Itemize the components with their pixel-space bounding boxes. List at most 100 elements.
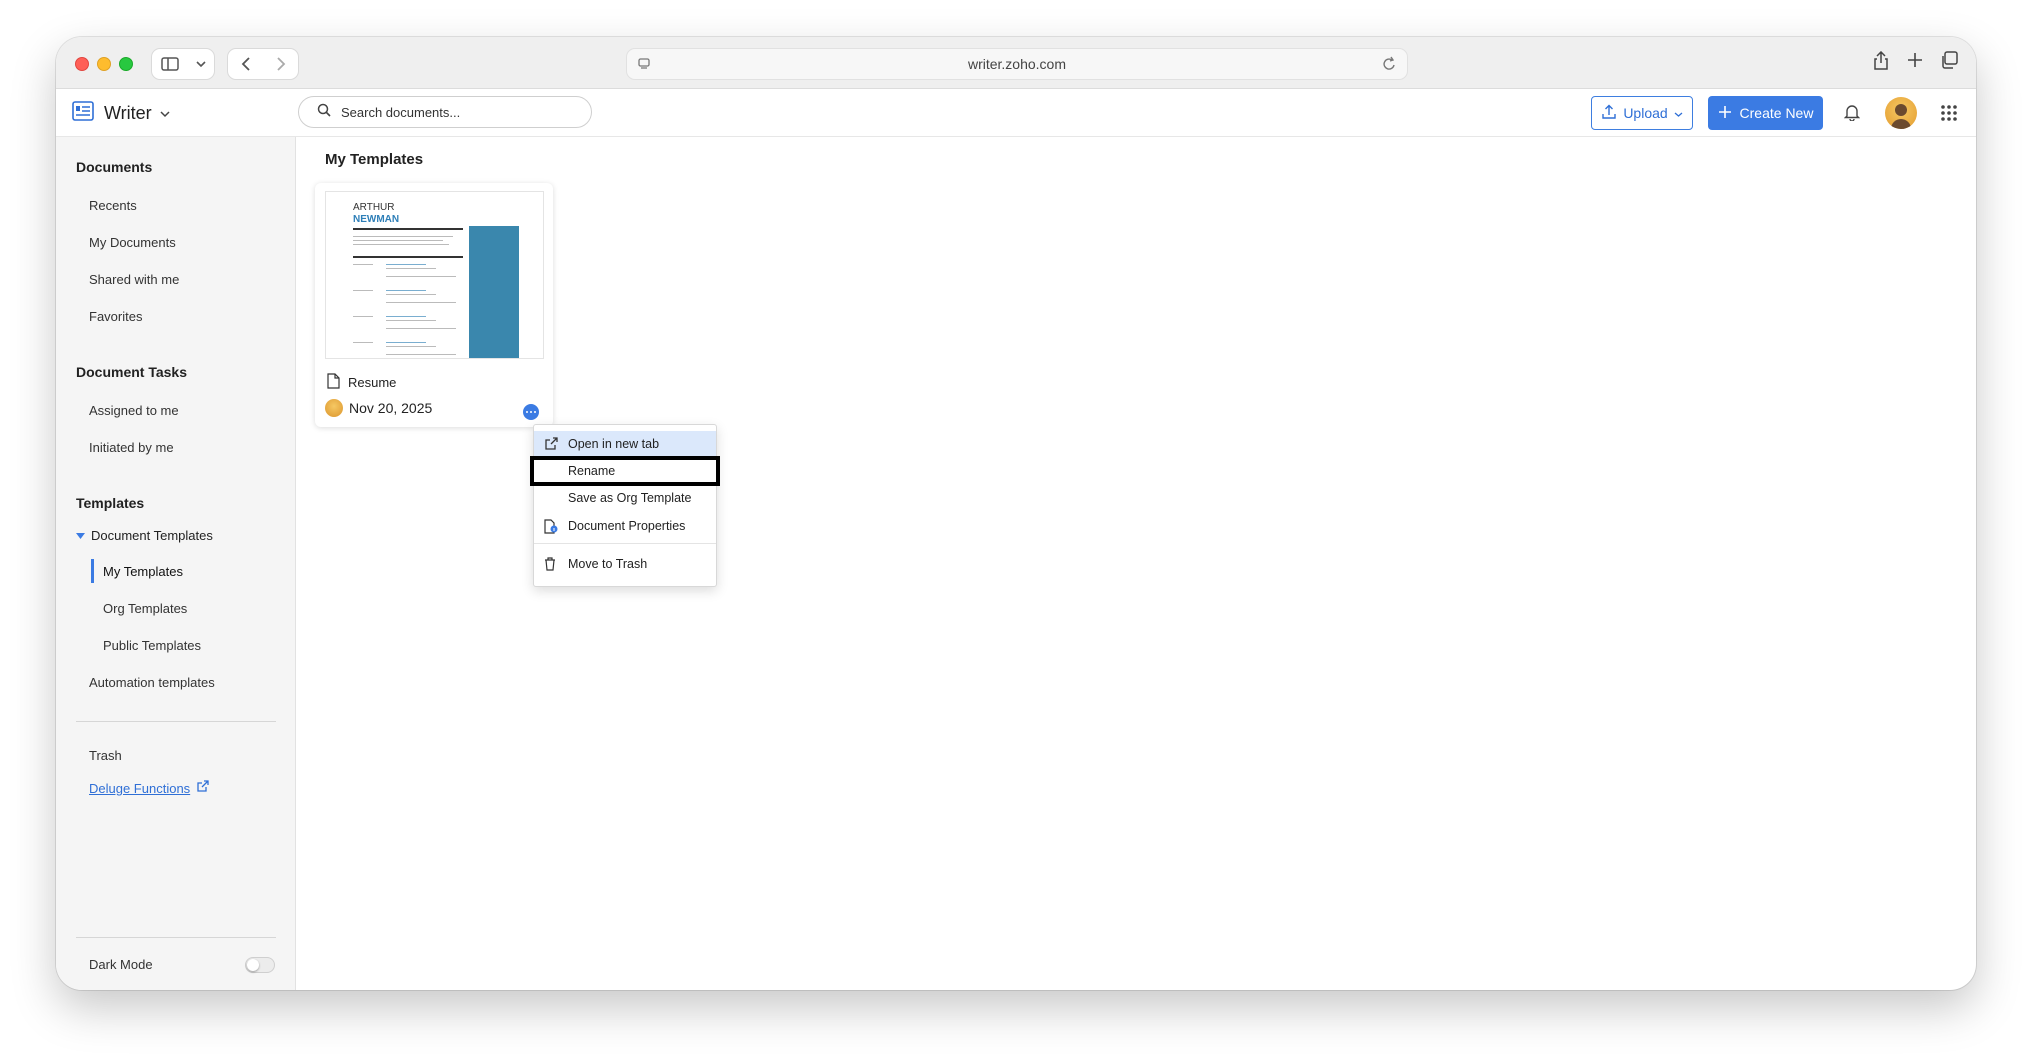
sidebar-icon[interactable]: [160, 57, 179, 71]
menu-divider: [534, 543, 716, 544]
template-card[interactable]: ARTHUR NEWMAN Resume Nov 20, 2025: [315, 183, 553, 427]
sidebar-divider-bottom: [76, 937, 276, 938]
sidebar-item-assigned-to-me[interactable]: Assigned to me: [89, 403, 179, 418]
thumbnail-line: [353, 316, 373, 317]
thumbnail-line: [386, 294, 436, 295]
thumbnail-line: [386, 346, 436, 347]
app-grid-icon[interactable]: [1941, 105, 1957, 126]
navigation-group: [227, 48, 299, 80]
reload-icon[interactable]: [1383, 56, 1397, 77]
app-header: Writer Upload Create New: [56, 89, 1976, 137]
close-window-button[interactable]: [75, 57, 89, 71]
sidebar-divider: [76, 721, 276, 722]
browser-actions: [1872, 50, 1958, 76]
share-icon[interactable]: [1872, 50, 1890, 76]
forward-icon[interactable]: [276, 56, 286, 72]
sidebar-item-my-documents[interactable]: My Documents: [89, 235, 176, 250]
create-new-label: Create New: [1739, 105, 1814, 121]
search-input[interactable]: [341, 104, 561, 120]
menu-item-label: Move to Trash: [568, 557, 648, 571]
document-icon: [327, 373, 340, 392]
menu-item-move-to-trash[interactable]: Move to Trash: [534, 551, 716, 577]
sidebar-item-initiated-by-me[interactable]: Initiated by me: [89, 440, 174, 455]
dot: [526, 411, 528, 413]
menu-item-label: Document Properties: [568, 519, 686, 533]
sidebar-item-favorites[interactable]: Favorites: [89, 309, 142, 324]
sidebar-item-shared-with-me[interactable]: Shared with me: [89, 272, 179, 287]
sidebar-item-my-templates[interactable]: My Templates: [103, 564, 183, 579]
menu-item-save-as-org-template[interactable]: Save as Org Template: [534, 485, 716, 511]
upload-icon: [1601, 104, 1617, 123]
menu-item-label: Save as Org Template: [568, 491, 692, 505]
more-options-button[interactable]: [523, 404, 539, 420]
sidebar-item-document-templates[interactable]: Document Templates: [76, 528, 213, 543]
thumbnail-side-column: [469, 226, 519, 358]
plus-icon: [1718, 105, 1732, 122]
new-tab-icon[interactable]: [1906, 51, 1924, 76]
menu-item-label: Open in new tab: [568, 437, 660, 451]
dark-mode-toggle[interactable]: [245, 957, 275, 973]
caret-down-icon: [76, 528, 85, 543]
menu-item-open-in-new-tab[interactable]: Open in new tab: [534, 431, 716, 457]
back-icon[interactable]: [241, 56, 251, 72]
create-new-button[interactable]: Create New: [1708, 96, 1823, 130]
external-link-icon: [196, 780, 209, 796]
sidebar-item-recents[interactable]: Recents: [89, 198, 137, 213]
thumbnail-name-last: NEWMAN: [353, 214, 400, 225]
chevron-down-icon: [1674, 105, 1683, 121]
search-box[interactable]: [298, 96, 592, 128]
zoom-window-button[interactable]: [119, 57, 133, 71]
thumbnail-line: [386, 268, 436, 269]
chevron-down-icon: [160, 105, 170, 123]
sidebar-item-public-templates[interactable]: Public Templates: [103, 638, 201, 653]
thumbnail-line: [353, 236, 453, 237]
minimize-window-button[interactable]: [97, 57, 111, 71]
upload-label: Upload: [1623, 105, 1668, 121]
owner-avatar: [325, 399, 343, 417]
sidebar-item-trash[interactable]: Trash: [89, 748, 122, 763]
template-thumbnail[interactable]: ARTHUR NEWMAN: [325, 191, 544, 359]
templates-section-title: Templates: [76, 495, 145, 511]
thumbnail-line: [353, 342, 373, 343]
dot: [534, 411, 536, 413]
notifications-bell-icon[interactable]: [1843, 103, 1861, 126]
thumbnail-line: [353, 264, 373, 265]
sidebar-item-org-templates[interactable]: Org Templates: [103, 601, 187, 616]
thumbnail-rule: [353, 256, 463, 258]
context-menu: Open in new tab Rename Save as Org Templ…: [533, 424, 717, 587]
url-text: writer.zoho.com: [967, 56, 1067, 72]
upload-button[interactable]: Upload: [1591, 96, 1693, 130]
template-name-label: Resume: [348, 375, 397, 390]
thumbnail-rule: [353, 228, 463, 230]
document-info-icon: [544, 519, 558, 537]
sidebar-toggle-group: [151, 48, 215, 80]
external-link-icon: [544, 437, 558, 454]
thumbnail-name-first: ARTHUR: [353, 202, 395, 213]
document-templates-label: Document Templates: [91, 528, 213, 543]
thumbnail-line: [386, 264, 426, 265]
document-tasks-section-title: Document Tasks: [76, 364, 187, 380]
chevron-down-icon[interactable]: [195, 60, 206, 68]
app-switcher[interactable]: Writer: [72, 100, 170, 127]
menu-item-document-properties[interactable]: Document Properties: [534, 513, 716, 539]
rename-highlight-box: [530, 456, 720, 486]
app-name: Writer: [104, 103, 152, 123]
sidebar-item-automation-templates[interactable]: Automation templates: [89, 675, 215, 690]
documents-section-title: Documents: [76, 159, 153, 175]
template-name: Resume: [327, 373, 396, 392]
thumbnail-line: [386, 320, 436, 321]
template-date-label: Nov 20, 2025: [349, 400, 433, 416]
search-icon: [317, 103, 331, 122]
deluge-functions-link[interactable]: Deluge Functions: [89, 780, 209, 796]
page-title: My Templates: [325, 151, 424, 168]
address-bar[interactable]: writer.zoho.com: [626, 48, 1408, 80]
writer-logo-icon: [72, 100, 96, 127]
user-avatar[interactable]: [1885, 97, 1917, 129]
thumbnail-line: [386, 354, 456, 355]
thumbnail-line: [386, 290, 426, 291]
trash-icon: [544, 557, 556, 574]
tab-overview-icon[interactable]: [1940, 51, 1958, 76]
dark-mode-label: Dark Mode: [89, 957, 153, 972]
thumbnail-line: [386, 276, 456, 277]
thumbnail-line: [386, 316, 426, 317]
